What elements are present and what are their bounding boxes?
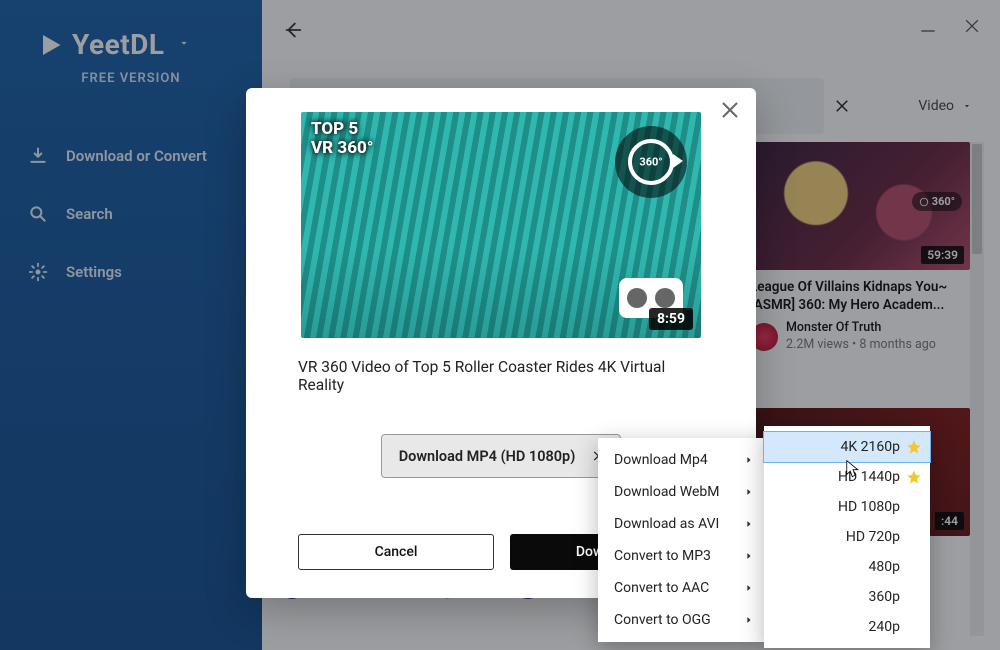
download-format-label: Download MP4 (HD 1080p)	[399, 448, 576, 465]
duration-chip: 8:59	[649, 308, 693, 330]
star-icon	[906, 439, 922, 455]
resolution-480p[interactable]: 480p	[764, 552, 930, 582]
resolution-360p[interactable]: 360p	[764, 582, 930, 612]
resolution-hd-720p[interactable]: HD 720p	[764, 522, 930, 552]
ctxmenu-item-avi[interactable]: Download as AVI	[598, 508, 766, 540]
star-icon	[906, 469, 922, 485]
resolution-240p[interactable]: 240p	[764, 612, 930, 642]
chevron-right-icon	[744, 551, 754, 561]
mouse-cursor	[846, 460, 860, 478]
format-context-menu: Download Mp4 Download WebM Download as A…	[598, 438, 766, 642]
ctxmenu-item-ogg[interactable]: Convert to OGG	[598, 604, 766, 636]
ctxmenu-item-mp3[interactable]: Convert to MP3	[598, 540, 766, 572]
icon-360	[615, 126, 687, 198]
ctxmenu-item-webm[interactable]: Download WebM	[598, 476, 766, 508]
chevron-right-icon	[744, 519, 754, 529]
cancel-button[interactable]: Cancel	[298, 534, 494, 570]
thumb-overlay-text: TOP 5 VR 360°	[311, 120, 374, 157]
chevron-right-icon	[744, 487, 754, 497]
download-format-button[interactable]: Download MP4 (HD 1080p)	[381, 434, 621, 478]
chevron-right-icon	[744, 455, 754, 465]
resolution-4k-2160p[interactable]: 4K 2160p	[764, 432, 930, 462]
modal-thumbnail: TOP 5 VR 360° 8:59	[301, 112, 701, 338]
resolution-hd-1080p[interactable]: HD 1080p	[764, 492, 930, 522]
close-icon[interactable]	[718, 98, 742, 122]
modal-title: VR 360 Video of Top 5 Roller Coaster Rid…	[298, 358, 704, 394]
chevron-right-icon	[744, 583, 754, 593]
chevron-right-icon	[744, 615, 754, 625]
ctxmenu-item-aac[interactable]: Convert to AAC	[598, 572, 766, 604]
ctxmenu-item-mp4[interactable]: Download Mp4	[598, 444, 766, 476]
